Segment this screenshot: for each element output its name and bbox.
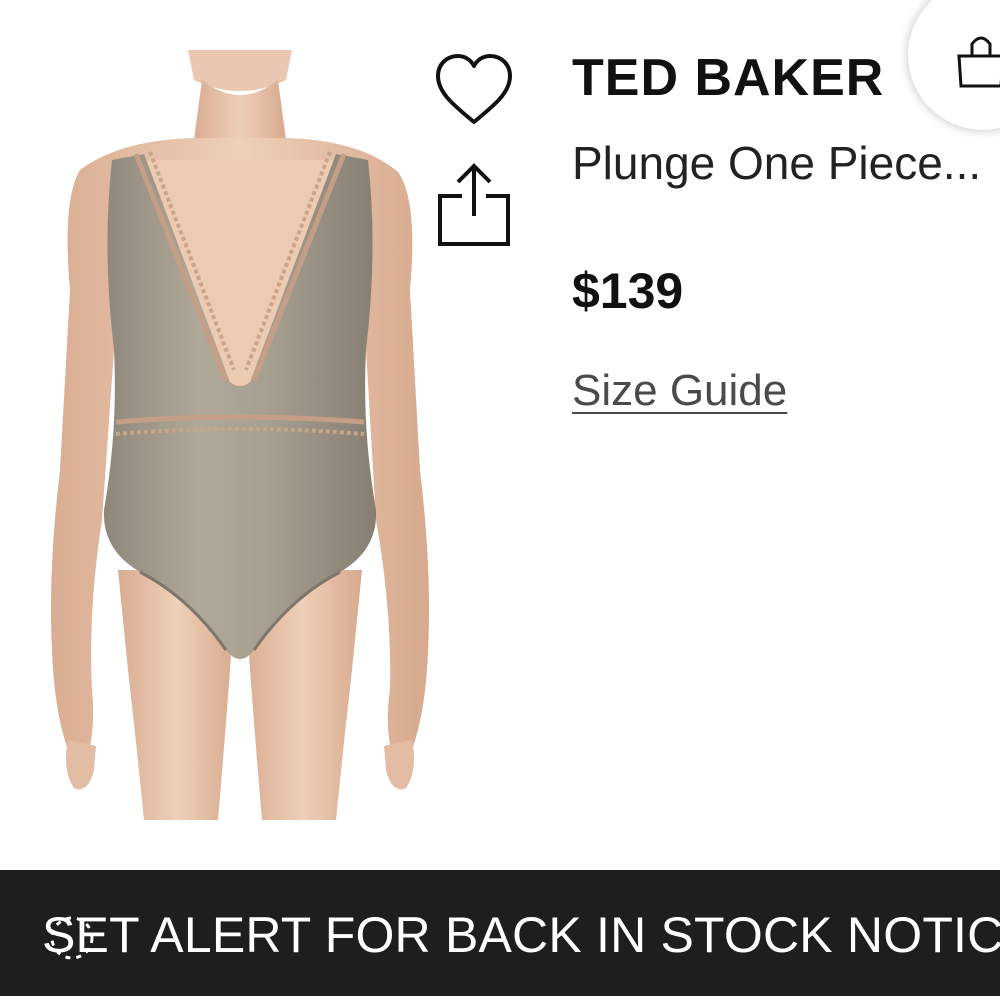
product-page: TED BAKER Plunge One Piece... $139 Size … <box>0 0 1000 1000</box>
product-name: Plunge One Piece... <box>572 137 982 189</box>
share-icon[interactable] <box>434 160 514 250</box>
size-guide-link[interactable]: Size Guide <box>572 366 787 416</box>
product-price: $139 <box>572 263 684 319</box>
shopping-bag-button[interactable] <box>908 0 1000 130</box>
alert-label: SET ALERT FOR BACK IN STOCK NOTICE <box>42 907 1000 963</box>
product-image[interactable] <box>40 50 430 820</box>
heart-icon[interactable] <box>432 50 516 130</box>
spinner-icon <box>50 916 94 960</box>
shopping-bag-icon <box>957 36 1000 88</box>
brand-name[interactable]: TED BAKER <box>572 48 884 108</box>
back-in-stock-alert-button[interactable]: SET ALERT FOR BACK IN STOCK NOTICE <box>0 870 1000 996</box>
